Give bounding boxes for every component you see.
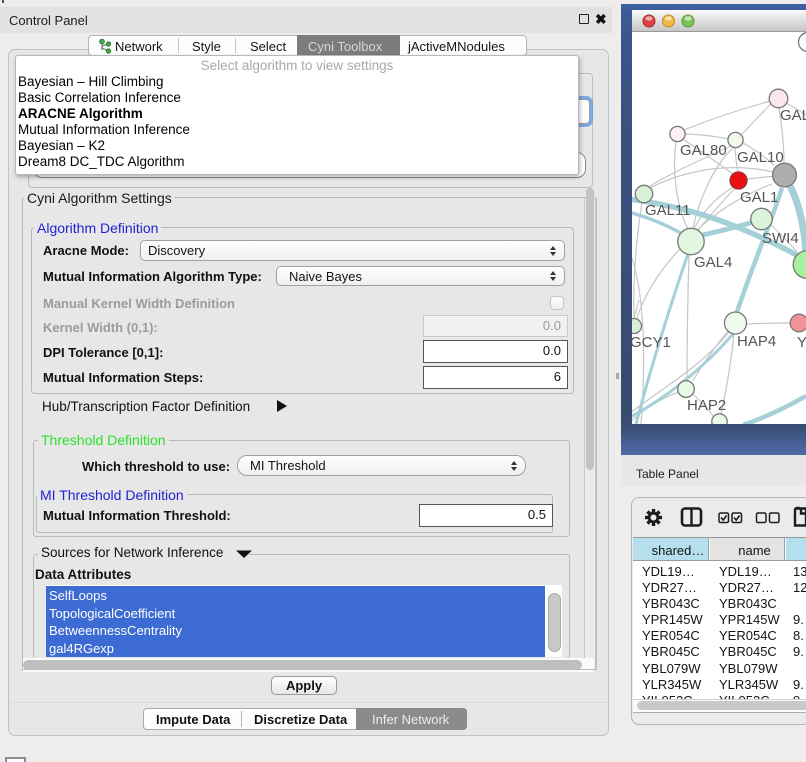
svg-text:GCY1: GCY1 [632, 334, 671, 351]
svg-text:GAL1: GAL1 [740, 189, 778, 206]
svg-text:GAL80: GAL80 [680, 142, 727, 159]
svg-text:SWI4: SWI4 [762, 230, 799, 247]
svg-text:HAP2: HAP2 [687, 397, 726, 414]
svg-text:GAL11: GAL11 [645, 202, 691, 219]
svg-text:GAL4: GAL4 [694, 254, 732, 271]
svg-text:YD: YD [797, 334, 806, 351]
svg-text:GAL10: GAL10 [737, 149, 784, 166]
svg-text:GAL2: GAL2 [780, 107, 806, 124]
svg-text:HAP4: HAP4 [737, 333, 776, 350]
